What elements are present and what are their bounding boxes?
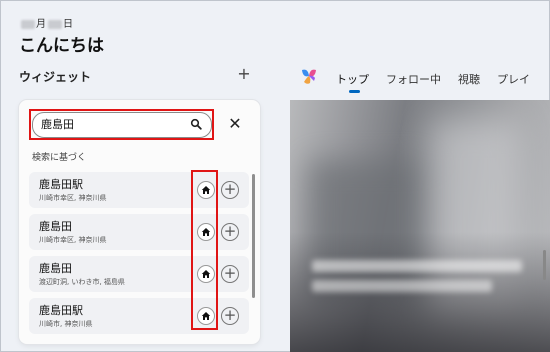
greeting: こんにちは bbox=[19, 36, 104, 56]
feed-tabs: トップ フォロー中 視聴 プレイ bbox=[336, 68, 550, 94]
result-name: 鹿島田 bbox=[39, 220, 72, 233]
result-address: 渡辺町洞, いわき市, 福島県 bbox=[39, 278, 125, 286]
date-blurred bbox=[48, 19, 62, 29]
widgets-heading: ウィジェット bbox=[19, 70, 92, 84]
tab-following[interactable]: フォロー中 bbox=[386, 71, 441, 93]
result-name: 鹿島田駅 bbox=[39, 178, 83, 191]
blurred-headline bbox=[312, 280, 492, 292]
highlight-home-buttons bbox=[191, 170, 218, 330]
result-name: 鹿島田 bbox=[39, 262, 72, 275]
results-section-label: 検索に基づく bbox=[32, 153, 87, 163]
add-widget-button[interactable]: + bbox=[236, 64, 252, 84]
news-feed-image[interactable] bbox=[290, 100, 550, 352]
close-button[interactable]: ✕ bbox=[226, 115, 244, 133]
tab-top[interactable]: トップ bbox=[336, 71, 369, 93]
panel-scrollbar[interactable] bbox=[252, 174, 255, 298]
add-location-button[interactable]: + bbox=[221, 223, 239, 241]
date-blurred bbox=[21, 19, 35, 29]
result-name: 鹿島田駅 bbox=[39, 304, 83, 317]
highlight-search-box bbox=[29, 109, 214, 140]
result-address: 川崎市幸区, 神奈川県 bbox=[39, 236, 107, 244]
tab-play[interactable]: プレイ bbox=[497, 71, 530, 93]
add-location-button[interactable]: + bbox=[221, 265, 239, 283]
blurred-headline bbox=[312, 260, 522, 272]
add-location-button[interactable]: + bbox=[221, 307, 239, 325]
tab-watch[interactable]: 視聴 bbox=[458, 71, 480, 93]
date-label: 月日 bbox=[20, 15, 74, 30]
result-address: 川崎市幸区, 神奈川県 bbox=[39, 194, 107, 202]
result-address: 川崎市, 神奈川県 bbox=[39, 320, 93, 328]
feed-scrollbar[interactable] bbox=[543, 250, 546, 280]
add-location-button[interactable]: + bbox=[221, 181, 239, 199]
copilot-icon[interactable] bbox=[299, 66, 319, 86]
